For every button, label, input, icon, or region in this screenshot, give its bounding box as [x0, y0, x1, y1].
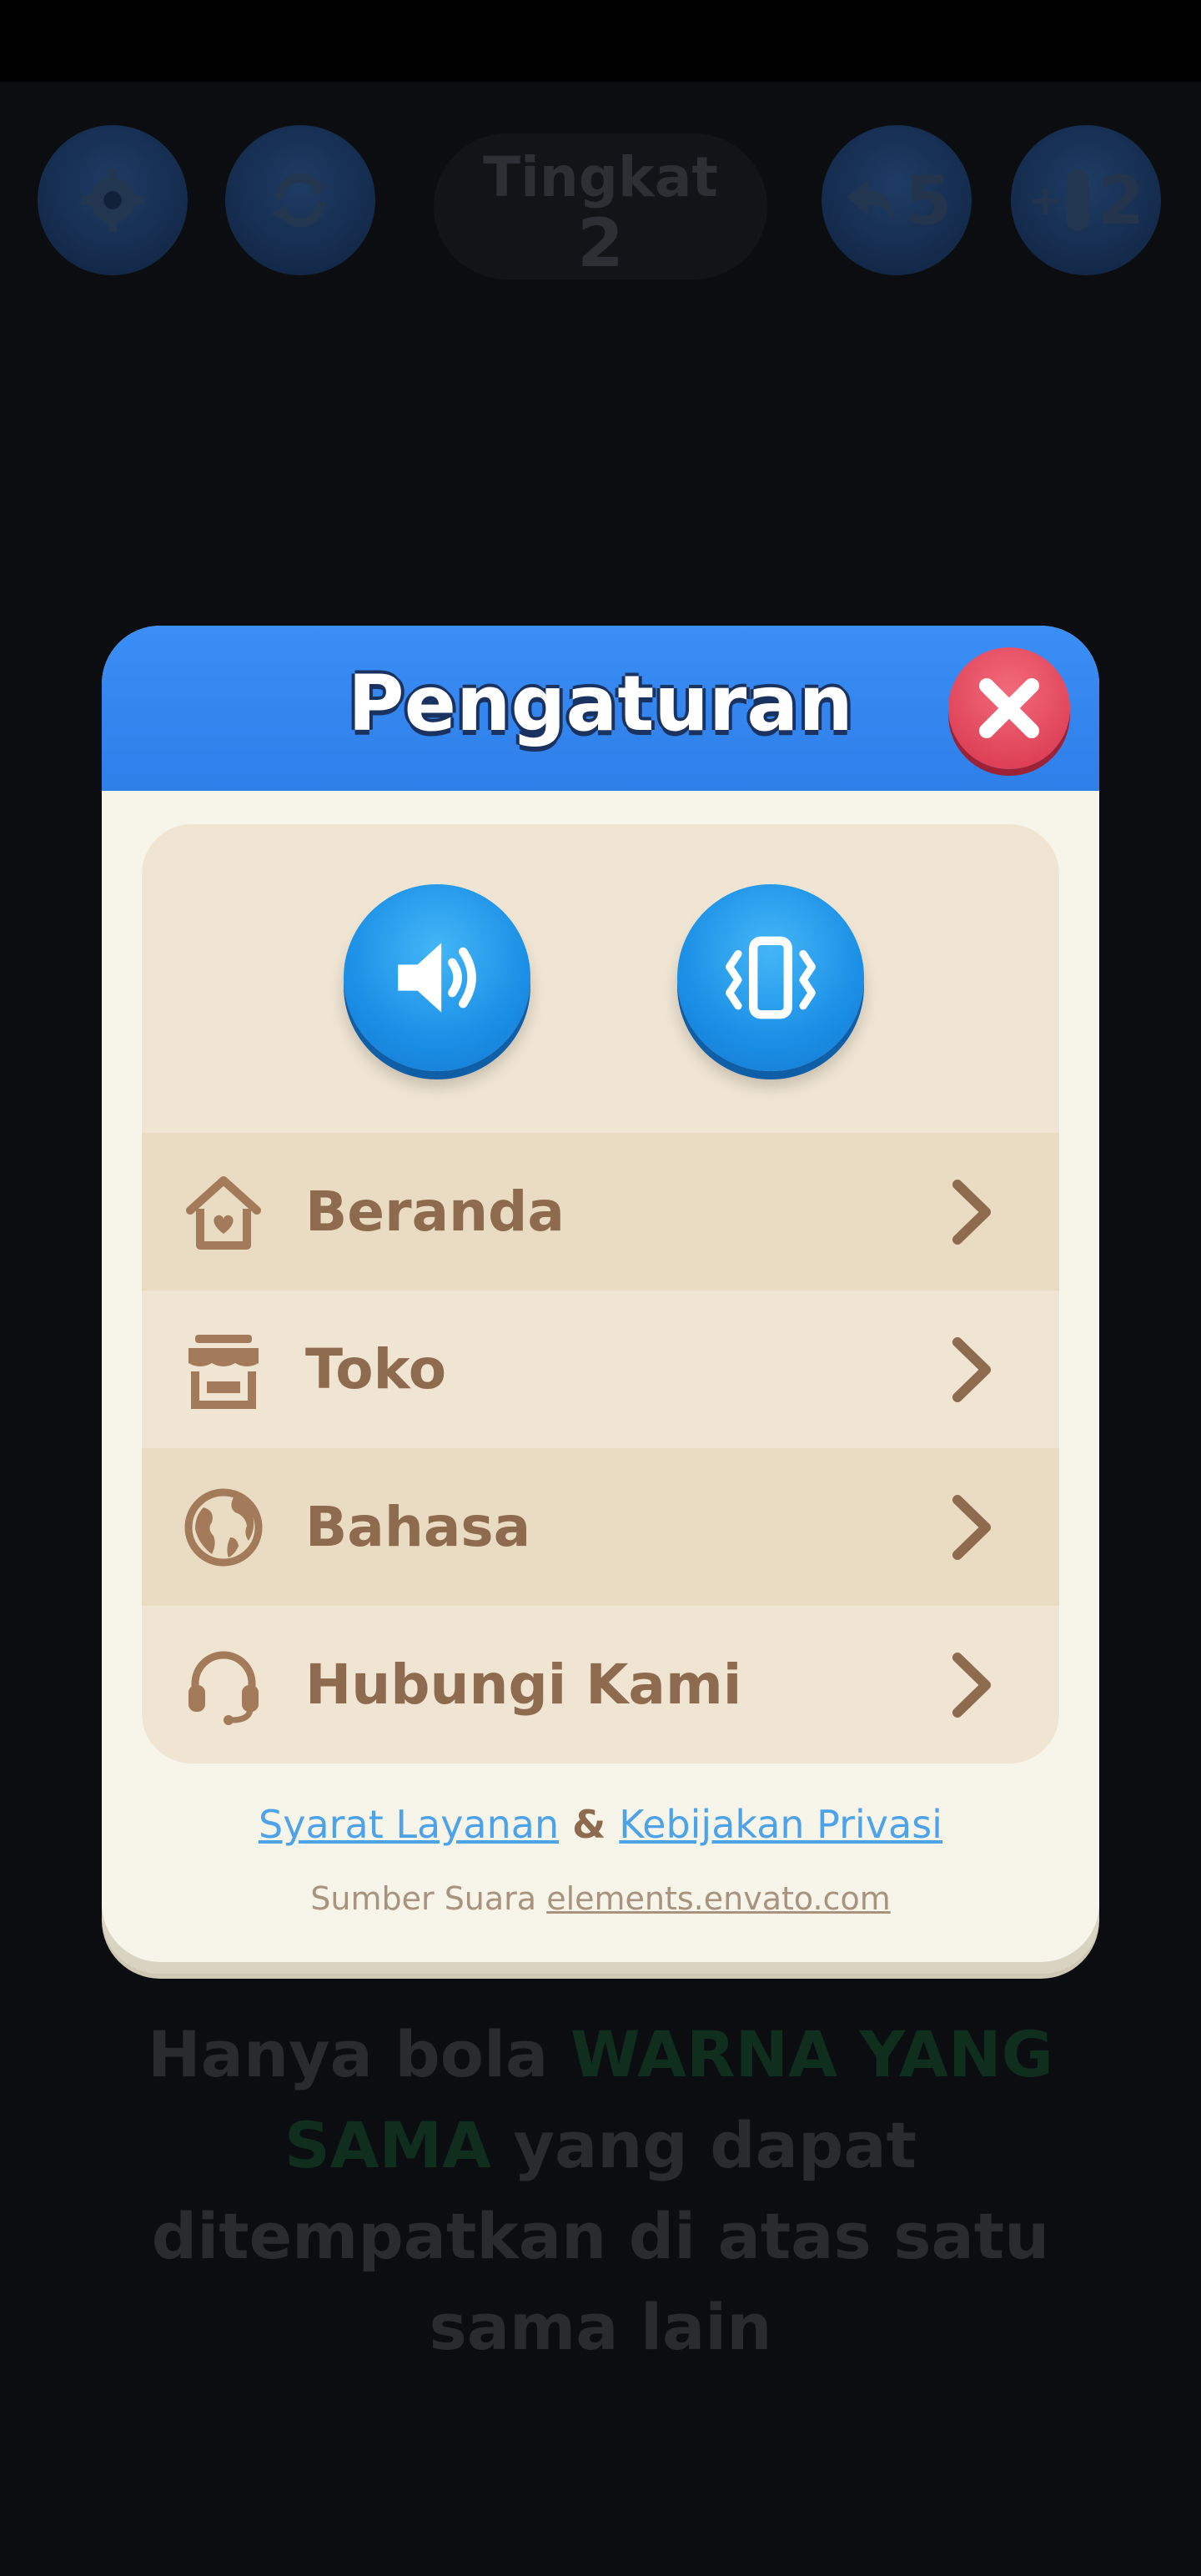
- add-tube-button[interactable]: + 2: [1011, 125, 1161, 275]
- settings-dialog: Pengaturan Beranda Toko Bahasa Hubungi K…: [102, 626, 1099, 1974]
- level-indicator: Tingkat 2: [434, 133, 767, 279]
- links-separator: &: [572, 1802, 606, 1847]
- restart-icon: [271, 174, 329, 227]
- gear-icon: [81, 169, 144, 232]
- legal-links: Syarat Layanan & Kebijakan Privasi: [102, 1802, 1099, 1847]
- undo-button[interactable]: 5: [822, 125, 972, 275]
- chevron-right-icon: [952, 1652, 991, 1718]
- shop-icon: [188, 1334, 259, 1409]
- menu-label-language: Bahasa: [305, 1495, 531, 1559]
- add-tube-count: 2: [1098, 161, 1144, 239]
- menu-label-contact: Hubungi Kami: [305, 1653, 742, 1717]
- vibration-icon: [726, 936, 816, 1019]
- menu-item-language[interactable]: Bahasa: [142, 1448, 1059, 1606]
- terms-link[interactable]: Syarat Layanan: [259, 1802, 559, 1847]
- plus-icon: +: [1028, 176, 1063, 224]
- level-label: Tingkat: [483, 145, 718, 209]
- speaker-icon: [398, 943, 476, 1013]
- home-icon: [186, 1175, 261, 1250]
- chevron-right-icon: [952, 1179, 991, 1245]
- headset-icon: [188, 1651, 259, 1725]
- source-link[interactable]: elements.envato.com: [546, 1880, 891, 1917]
- settings-panel: Beranda Toko Bahasa Hubungi Kami: [142, 824, 1059, 1763]
- settings-button[interactable]: [38, 125, 188, 275]
- menu-label-home: Beranda: [305, 1180, 565, 1244]
- restart-button[interactable]: [225, 125, 375, 275]
- menu-label-shop: Toko: [305, 1337, 447, 1401]
- level-value: 2: [577, 204, 624, 282]
- close-icon: [979, 678, 1039, 738]
- hint-text: Hanya bola WARNA YANG SAMA yang dapat di…: [125, 2009, 1076, 2372]
- vibration-toggle-button[interactable]: [677, 884, 864, 1071]
- menu-item-home[interactable]: Beranda: [142, 1133, 1059, 1291]
- chevron-right-icon: [952, 1336, 991, 1402]
- menu-item-shop[interactable]: Toko: [142, 1291, 1059, 1448]
- source-prefix: Sumber Suara: [310, 1880, 537, 1917]
- undo-icon: [847, 179, 893, 221]
- undo-count: 5: [905, 161, 952, 239]
- tube-icon: [1066, 169, 1089, 231]
- menu-item-contact[interactable]: Hubungi Kami: [142, 1606, 1059, 1763]
- privacy-link[interactable]: Kebijakan Privasi: [619, 1802, 942, 1847]
- close-button[interactable]: [948, 647, 1070, 769]
- hint-part1: Hanya bola: [148, 2017, 570, 2091]
- sound-source-credit: Sumber Suara elements.envato.com: [102, 1880, 1099, 1917]
- globe-icon: [184, 1488, 263, 1566]
- sound-toggle-button[interactable]: [344, 884, 530, 1071]
- chevron-right-icon: [952, 1494, 991, 1560]
